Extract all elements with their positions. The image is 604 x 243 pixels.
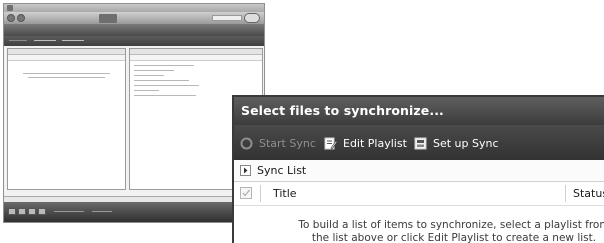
start-sync-label: Start Sync [259, 136, 316, 150]
start-sync-button[interactable]: Start Sync [240, 134, 316, 152]
mini-titlebar [4, 4, 264, 12]
page-title: Select files to synchronize... [241, 103, 444, 118]
sync-arrows-icon [240, 137, 253, 150]
sync-list-label: Sync List [257, 164, 307, 177]
checkbox-icon[interactable] [240, 187, 252, 199]
mini-sync-list-pane [7, 48, 126, 190]
sync-list-selector[interactable]: Sync List [234, 160, 604, 182]
set-up-sync-label: Set up Sync [433, 136, 499, 150]
mini-navigation-bar [4, 12, 264, 24]
mini-playback-controls [4, 202, 264, 222]
app-icon [7, 5, 13, 11]
column-separator[interactable] [565, 185, 566, 202]
dropdown-arrow-icon[interactable] [240, 165, 251, 176]
mini-logo [244, 13, 260, 23]
column-header-title[interactable]: Title [273, 187, 297, 200]
column-header-row: Title Status [234, 182, 604, 206]
edit-playlist-icon [324, 137, 337, 150]
column-header-status[interactable]: Status [573, 187, 604, 200]
background-player-window [3, 3, 265, 223]
empty-message-line1: To build a list of items to synchronize,… [298, 219, 604, 231]
empty-list-message: To build a list of items to synchronize,… [264, 219, 604, 243]
back-icon [7, 14, 15, 22]
edit-playlist-button[interactable]: Edit Playlist [324, 134, 407, 152]
mini-search-box [212, 15, 242, 21]
mini-tab [49, 14, 63, 23]
edit-playlist-label: Edit Playlist [343, 136, 407, 150]
sync-pane-zoomed: Select files to synchronize... Start Syn… [232, 95, 604, 243]
forward-icon [17, 14, 25, 22]
mini-header [4, 24, 264, 36]
mini-tab [29, 14, 45, 23]
sync-header: Select files to synchronize... [234, 97, 604, 125]
empty-message-line2: the list above or click Edit Playlist to… [311, 232, 597, 243]
column-separator [260, 185, 261, 202]
mini-tab [67, 14, 79, 23]
mini-toolbar [4, 36, 264, 46]
mini-tab-sync [99, 14, 117, 23]
mini-tab [121, 14, 135, 23]
setup-sync-icon [414, 137, 427, 150]
set-up-sync-button[interactable]: Set up Sync [414, 134, 499, 152]
sync-toolbar: Start Sync Edit Playlist Set up Sync [234, 125, 604, 160]
